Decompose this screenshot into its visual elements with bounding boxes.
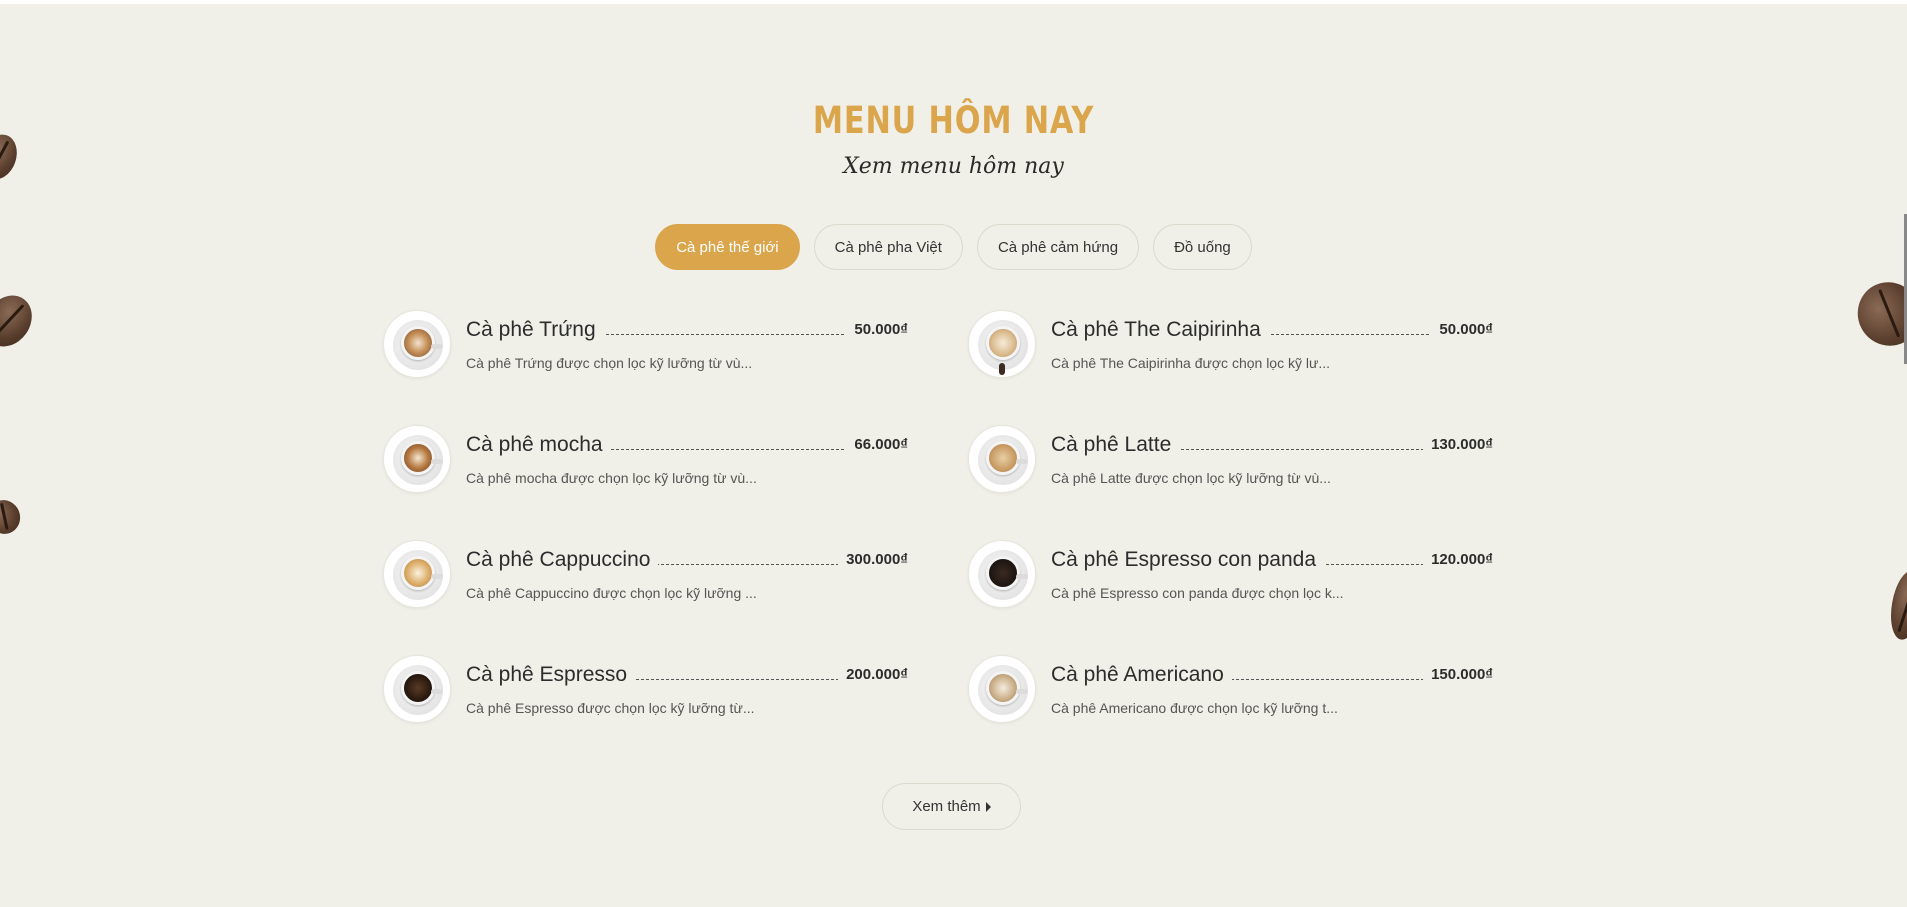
menu-item-description: Cà phê Espresso con panda được chọn lọc …	[1051, 585, 1344, 601]
tab-ca-phe-pha-viet[interactable]: Cà phê pha Việt	[813, 224, 963, 270]
menu-item-name: Cà phê Espresso con panda	[1051, 548, 1325, 572]
menu-item-price: 200.000₫	[838, 666, 908, 683]
menu-item-name: Cà phê Trứng	[466, 318, 604, 342]
menu-item-name: Cà phê Americano	[1051, 663, 1232, 687]
see-more-button[interactable]: Xem thêm	[882, 783, 1021, 830]
coffee-bean-decoration	[1846, 270, 1907, 358]
menu-item-description: Cà phê Americano được chọn lọc kỹ lưỡng …	[1051, 700, 1338, 716]
menu-item-price: 50.000₫	[1431, 321, 1493, 338]
menu-item[interactable]: Cà phê Trứng 50.000₫ Cà phê Trứng được c…	[383, 310, 908, 380]
menu-item[interactable]: Cà phê Americano 150.000₫ Cà phê America…	[968, 655, 1493, 725]
menu-item[interactable]: Cà phê Cappuccino 300.000₫ Cà phê Cappuc…	[383, 540, 908, 610]
menu-item-name: Cà phê mocha	[466, 433, 611, 457]
caret-right-icon	[985, 801, 991, 812]
menu-item-description: Cà phê Trứng được chọn lọc kỹ lưỡng từ v…	[466, 355, 753, 371]
menu-item[interactable]: Cà phê The Caipirinha 50.000₫ Cà phê The…	[968, 310, 1493, 380]
menu-item-name: Cà phê Cappuccino	[466, 548, 659, 572]
espresso-dark-cup-image	[383, 655, 451, 723]
menu-item-name: Cà phê Espresso	[466, 663, 636, 687]
menu-item-price: 150.000₫	[1423, 666, 1493, 683]
espresso-cup-image	[968, 540, 1036, 608]
menu-item-description: Cà phê Latte được chọn lọc kỹ lưỡng từ v…	[1051, 470, 1331, 486]
menu-item-price: 50.000₫	[846, 321, 908, 338]
americano-cup-image	[968, 655, 1036, 723]
menu-item-description: Cà phê The Caipirinha được chọn lọc kỹ l…	[1051, 355, 1331, 371]
menu-item-price: 66.000₫	[846, 436, 908, 453]
menu-item[interactable]: Cà phê Espresso 200.000₫ Cà phê Espresso…	[383, 655, 908, 725]
menu-item-description: Cà phê mocha được chọn lọc kỹ lưỡng từ v…	[466, 470, 757, 486]
latte-art-cup-image	[383, 310, 451, 378]
mocha-cup-image	[383, 425, 451, 493]
menu-section: MENU HÔM NAY Xem menu hôm nay Cà phê thế…	[0, 4, 1907, 907]
menu-item-name: Cà phê Latte	[1051, 433, 1180, 457]
menu-item-description: Cà phê Espresso được chọn lọc kỹ lưỡng t…	[466, 700, 755, 716]
see-more-label: Xem thêm	[912, 798, 981, 815]
menu-item-price: 300.000₫	[838, 551, 908, 568]
tab-do-uong[interactable]: Đồ uống	[1153, 224, 1252, 270]
menu-item[interactable]: Cà phê mocha 66.000₫ Cà phê mocha được c…	[383, 425, 908, 495]
menu-item[interactable]: Cà phê Espresso con panda 120.000₫ Cà ph…	[968, 540, 1493, 610]
menu-item-name: Cà phê The Caipirinha	[1051, 318, 1269, 342]
coffee-bean-decoration	[0, 286, 42, 356]
latte-foam-cup-image	[968, 425, 1036, 493]
menu-item-price: 130.000₫	[1423, 436, 1493, 453]
latte-cup-image	[968, 310, 1036, 378]
section-title: MENU HÔM NAY	[812, 99, 1095, 142]
category-tabs: Cà phê thế giới Cà phê pha Việt Cà phê c…	[0, 224, 1907, 270]
menu-item-price: 120.000₫	[1423, 551, 1493, 568]
coffee-bean-decoration	[0, 495, 25, 539]
menu-item-description: Cà phê Cappuccino được chọn lọc kỹ lưỡng…	[466, 585, 757, 601]
tab-ca-phe-cam-hung[interactable]: Cà phê cảm hứng	[976, 224, 1140, 270]
coffee-bean-decoration	[1886, 567, 1907, 643]
tab-ca-phe-the-gioi[interactable]: Cà phê thế giới	[655, 224, 800, 270]
cappuccino-cup-image	[383, 540, 451, 608]
section-subtitle: Xem menu hôm nay	[843, 154, 1064, 179]
menu-item[interactable]: Cà phê Latte 130.000₫ Cà phê Latte được …	[968, 425, 1493, 495]
